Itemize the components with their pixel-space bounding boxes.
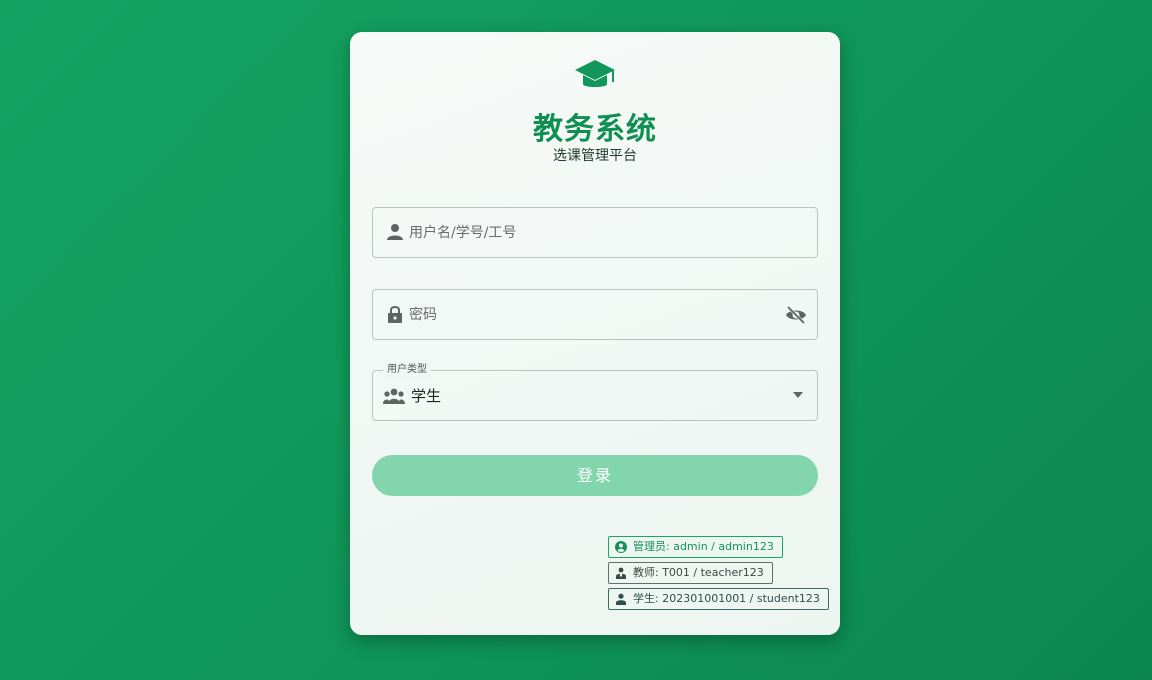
account-circle-icon [615, 541, 627, 553]
login-card: 教务系统 选课管理平台 用户类型 [350, 32, 840, 635]
user-type-value: 学生 [411, 387, 442, 405]
app-title: 教务系统 [533, 112, 657, 147]
demo-account-admin[interactable]: 管理员: admin / admin123 [608, 536, 783, 558]
teacher-icon [616, 567, 626, 579]
password-field [372, 289, 818, 340]
caret-down-icon[interactable] [793, 392, 803, 398]
user-type-select[interactable]: 用户类型 学生 [372, 362, 818, 421]
user-type-legend: 用户类型 [383, 362, 431, 378]
person-icon [387, 224, 403, 240]
demo-account-student-label: 学生: 202301001001 / student123 [633, 592, 820, 605]
login-button[interactable]: 登录 [372, 455, 818, 496]
demo-account-student[interactable]: 学生: 202301001001 / student123 [608, 588, 829, 610]
lock-icon [388, 306, 402, 323]
demo-account-teacher-label: 教师: T001 / teacher123 [633, 566, 764, 579]
username-field [372, 207, 818, 258]
demo-account-teacher[interactable]: 教师: T001 / teacher123 [608, 562, 773, 584]
graduation-cap-icon [575, 60, 615, 87]
eye-off-icon[interactable] [785, 304, 807, 326]
student-icon [616, 593, 626, 605]
group-icon [383, 388, 405, 404]
username-input[interactable] [409, 208, 769, 257]
app-subtitle: 选课管理平台 [553, 148, 637, 164]
demo-account-admin-label: 管理员: admin / admin123 [633, 540, 774, 553]
password-input[interactable] [409, 290, 769, 339]
